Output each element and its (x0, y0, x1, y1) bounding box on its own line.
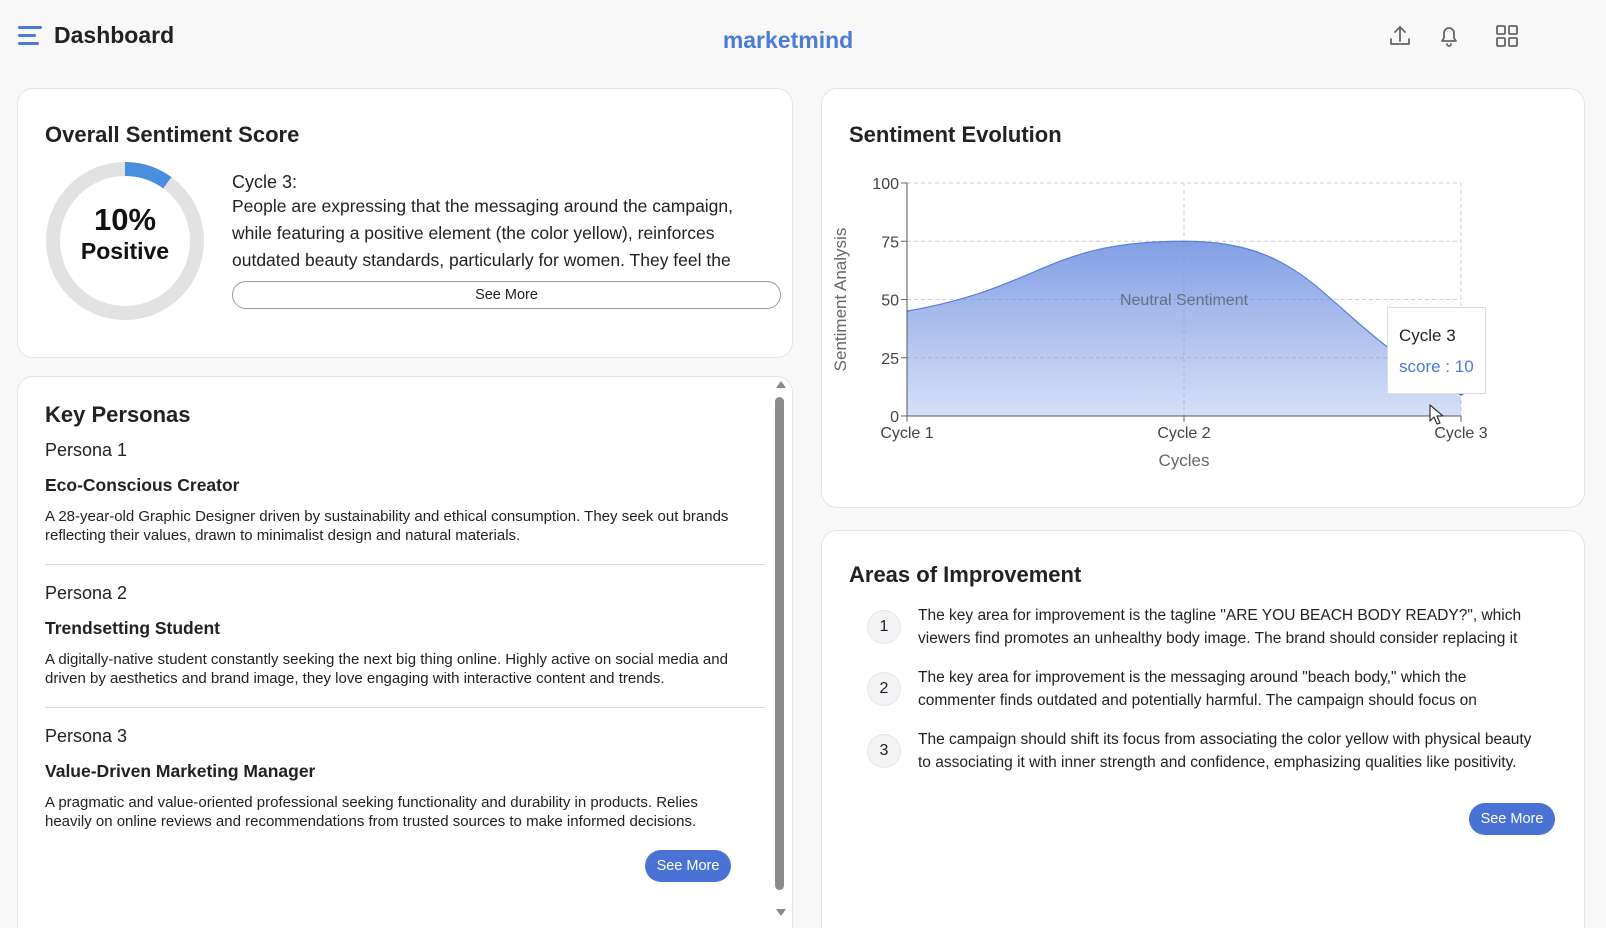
tooltip-title: Cycle 3 (1399, 326, 1456, 345)
card-title: Areas of Improvement (849, 562, 1082, 587)
item-number: 2 (867, 672, 901, 706)
top-bar: Dashboard marketmind (0, 0, 1606, 80)
persona-description: A pragmatic and value-oriented professio… (45, 794, 698, 830)
persona-name: Value-Driven Marketing Manager (45, 761, 316, 781)
x-tick-label: Cycle 3 (1434, 425, 1487, 442)
divider (45, 564, 765, 565)
persona-item: Persona 3 Value-Driven Marketing Manager… (45, 726, 735, 834)
x-tick-label: Cycle 2 (1157, 425, 1210, 442)
scroll-up-icon[interactable] (776, 381, 786, 388)
y-tick-label: 25 (881, 351, 899, 368)
improvement-text: The key area for improvement is the tagl… (918, 607, 1522, 647)
persona-name: Eco-Conscious Creator (45, 475, 240, 495)
scrollbar[interactable] (773, 381, 787, 916)
card-title: Overall Sentiment Score (45, 122, 300, 147)
persona-description: A 28-year-old Graphic Designer driven by… (45, 508, 729, 544)
y-axis-title: Sentiment Analysis (831, 228, 850, 372)
area-series (907, 241, 1461, 416)
sentiment-chart[interactable]: 0 25 50 75 100 Cycle 1 Cycle 2 Cycle 3 Neutral S… (822, 89, 1586, 509)
divider (45, 707, 765, 708)
persona-description: A digitally-native student constantly se… (45, 651, 728, 687)
y-tick-label: 0 (890, 409, 899, 426)
x-tick-label: Cycle 1 (880, 425, 933, 442)
scroll-down-icon[interactable] (776, 909, 786, 916)
persona-label: Persona 2 (45, 583, 128, 603)
y-tick-label: 50 (881, 293, 899, 310)
see-more-button[interactable]: See More (1469, 803, 1555, 835)
bell-icon[interactable] (1435, 22, 1463, 50)
persona-label: Persona 1 (45, 440, 128, 460)
persona-item: Persona 2 Trendsetting Student A digital… (45, 583, 735, 691)
y-tick-label: 75 (881, 234, 899, 251)
see-more-button[interactable]: See More (645, 850, 731, 882)
persona-label: Persona 3 (45, 726, 128, 746)
cycle-label: Cycle 3: (232, 172, 298, 192)
item-number: 1 (867, 610, 901, 644)
scroll-thumb[interactable] (775, 397, 784, 890)
donut-label: 10% Positive (45, 203, 205, 265)
areas-of-improvement-card: Areas of Improvement 1 The key area for … (821, 530, 1585, 928)
chart-tooltip: Cycle 3 score : 10 (1387, 307, 1486, 394)
sentiment-label: Positive (80, 238, 170, 264)
grid-icon[interactable] (1493, 22, 1521, 50)
cursor-icon (1429, 404, 1444, 425)
improvement-text: The key area for improvement is the mess… (918, 669, 1477, 709)
sentiment-evolution-card: Sentiment Evolution 0 25 50 75 100 Cycle 1 Cyc… (821, 88, 1585, 508)
brand-logo[interactable]: marketmind (0, 27, 1576, 54)
y-tick-label: 100 (872, 176, 899, 193)
improvement-text: The campaign should shift its focus from… (918, 731, 1532, 771)
persona-item: Persona 1 Eco-Conscious Creator A 28-yea… (45, 440, 735, 548)
cycle-summary: People are expressing that the messaging… (232, 196, 734, 270)
tooltip-value: score : 10 (1399, 357, 1474, 376)
see-more-button[interactable]: See More (232, 281, 781, 309)
sentiment-percent: 10% (93, 202, 157, 237)
x-axis-title: Cycles (1158, 451, 1209, 470)
card-title: Key Personas (45, 402, 191, 427)
persona-name: Trendsetting Student (45, 618, 220, 638)
band-label: Neutral Sentiment (1120, 292, 1249, 309)
key-personas-card: Key Personas Persona 1 Eco-Conscious Cre… (17, 376, 793, 928)
item-number: 3 (867, 734, 901, 768)
sentiment-score-card: Overall Sentiment Score 10% Positive Cyc… (17, 88, 793, 358)
upload-icon[interactable] (1386, 22, 1414, 50)
